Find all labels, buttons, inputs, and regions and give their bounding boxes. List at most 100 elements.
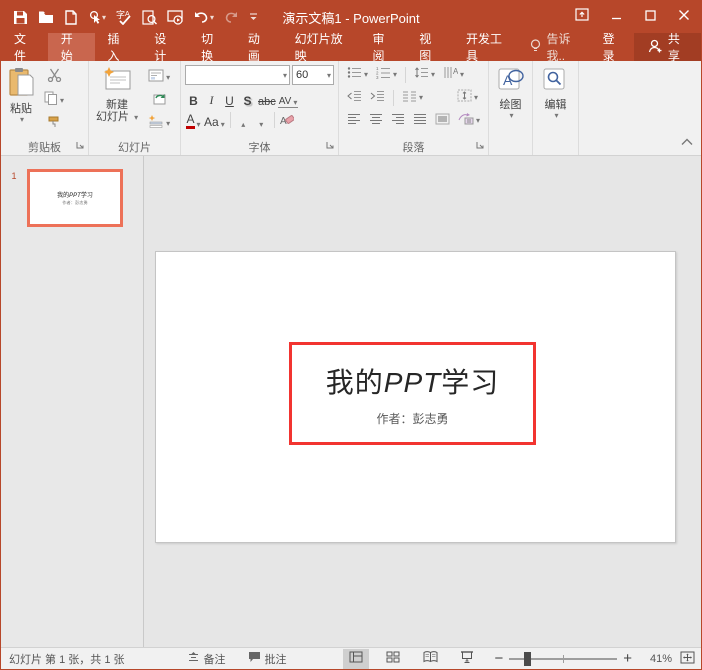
slide-sorter-view-button[interactable] [380,649,406,669]
columns-button[interactable]: ▾ [399,87,426,108]
view-switcher [343,648,480,669]
slide-title[interactable]: 我的PPT学习 [326,361,500,401]
customize-qat-button[interactable] [245,4,262,30]
tab-design[interactable]: 设计 [141,32,188,63]
italic-button[interactable]: I [203,89,220,108]
zoom-percentage[interactable]: 41% [638,653,672,665]
dropdown-caret-icon: ▾ [509,111,514,120]
bold-button[interactable]: B [185,89,202,108]
increase-font-size-button[interactable]: ▴ [235,110,252,129]
decrease-indent-button[interactable] [344,87,365,108]
section-button[interactable]: ▾ [145,113,173,134]
zoom-out-button[interactable]: − [494,651,503,666]
decrease-font-size-button[interactable]: ▾ [253,110,270,129]
clipboard-group: 粘贴 ▾ ▾ 剪贴板 [1,61,89,155]
text-shadow-button[interactable]: S [239,89,256,108]
text-direction-button[interactable]: A ▾ [440,64,467,85]
fit-slide-to-window-button[interactable] [680,651,695,667]
tab-insert[interactable]: 插入 [95,32,142,63]
tab-home[interactable]: 开始 [47,32,95,63]
align-center-button[interactable] [366,110,386,131]
increase-indent-button[interactable] [367,87,388,108]
paragraph-dialog-launcher[interactable] [476,140,484,152]
notes-button[interactable]: 备注 [187,651,226,667]
font-name-input[interactable] [186,66,281,84]
clear-formatting-button[interactable]: A [279,110,296,129]
close-button[interactable] [667,1,701,33]
font-dialog-launcher[interactable] [326,140,334,152]
clipboard-dialog-launcher[interactable] [76,140,84,152]
format-painter-button[interactable] [41,113,67,134]
clipboard-group-label: 剪贴板 [28,141,61,154]
font-size-combo[interactable]: ▾ [292,65,334,85]
drawing-button[interactable]: A 绘图 ▾ [492,63,530,138]
reading-view-button[interactable] [417,649,443,669]
character-spacing-button[interactable]: AV ▾ [277,89,299,108]
dropdown-caret-icon: ▾ [419,93,424,102]
tab-transitions[interactable]: 切换 [188,32,235,63]
editing-button[interactable]: 编辑 ▾ [537,63,575,138]
font-size-input[interactable] [293,66,325,84]
minimize-button[interactable] [599,1,633,33]
bullets-button[interactable]: ▾ [344,64,371,85]
tab-animations[interactable]: 动画 [235,32,282,63]
font-name-combo[interactable]: ▾ [185,65,290,85]
maximize-button[interactable] [633,1,667,33]
undo-button[interactable]: ▾ [189,4,218,30]
paste-button[interactable]: 粘贴 ▾ [3,63,39,138]
tab-file[interactable]: 文件 [1,32,48,63]
section-icon [148,114,164,133]
workspace: 1 我的PPT学习 作者：彭志勇 我的PPT学习 作者：彭志勇 [1,156,701,647]
comment-icon [248,651,261,666]
normal-view-button[interactable] [343,648,370,669]
zoom-slider-handle[interactable] [524,651,532,666]
align-right-button[interactable] [388,110,408,131]
slide-canvas[interactable]: 我的PPT学习 作者：彭志勇 [155,251,676,543]
align-text-button[interactable]: ▾ [454,87,481,108]
copy-button[interactable]: ▾ [41,90,67,111]
convert-to-smartart-button[interactable]: ▾ [455,110,483,131]
share-button[interactable]: 共享 [633,32,701,63]
start-slideshow-button[interactable] [163,4,187,30]
reset-slide-button[interactable] [145,90,173,111]
slide-subtitle[interactable]: 作者：彭志勇 [376,410,448,427]
font-color-button[interactable]: A ▾ [185,110,202,129]
line-spacing-button[interactable]: ▾ [411,64,438,85]
underline-button[interactable]: U [221,89,238,108]
save-button[interactable] [9,4,32,30]
collapse-ribbon-button[interactable] [681,133,693,151]
align-text-icon [457,89,472,107]
share-person-icon [648,39,663,56]
strikethrough-button[interactable]: abc [257,89,277,108]
tab-slideshow[interactable]: 幻灯片放映 [282,32,360,63]
slide-layout-button[interactable]: ▾ [145,67,173,88]
redo-icon [224,10,239,24]
ribbon-home: 粘贴 ▾ ▾ 剪贴板 新建 幻灯片 ▾ ▾ ▾ 幻灯片 ▾ 60 ▾ B I U… [1,61,701,156]
zoom-in-button[interactable]: + [623,651,632,666]
drawing-group: A 绘图 ▾ [489,61,533,155]
cut-button[interactable] [41,67,67,88]
tab-view[interactable]: 视图 [406,32,453,63]
zoom-slider[interactable] [509,651,618,666]
distribute-text-button[interactable] [432,110,453,131]
comments-button[interactable]: 批注 [248,651,287,667]
tab-developer[interactable]: 开发工具 [453,32,521,63]
tell-me-box[interactable]: 告诉我.. [520,32,592,63]
title-annotation-box[interactable]: 我的PPT学习 作者：彭志勇 [289,342,536,445]
spelling-button[interactable]: 字A [112,4,136,30]
tab-review[interactable]: 审阅 [359,32,406,63]
numbering-button[interactable]: 123 ▾ [373,64,400,85]
sign-in-button[interactable]: 登录 [593,32,634,63]
touch-mouse-mode-button[interactable]: ▾ [83,4,110,30]
new-file-button[interactable] [61,4,81,30]
slide-thumbnail[interactable]: 我的PPT学习 作者：彭志勇 [27,169,123,227]
justify-button[interactable] [410,110,430,131]
align-left-button[interactable] [344,110,364,131]
print-preview-button[interactable] [138,4,161,30]
open-button[interactable] [34,4,59,30]
slideshow-view-button[interactable] [454,649,480,669]
change-case-button[interactable]: Aa ▾ [203,110,226,129]
redo-button[interactable] [220,4,243,30]
new-slide-button[interactable]: 新建 幻灯片 ▾ [91,63,143,138]
ribbon-display-options-button[interactable] [565,1,599,33]
